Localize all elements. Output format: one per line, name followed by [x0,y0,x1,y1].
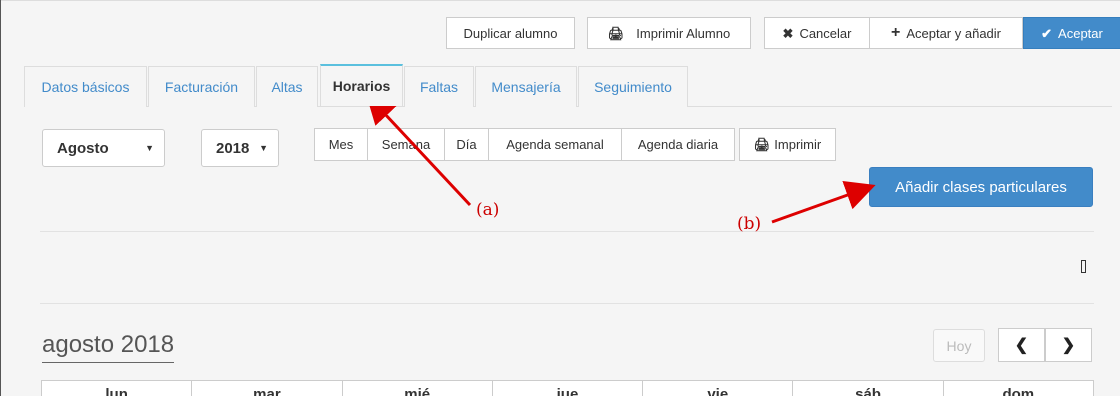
tab-label: Faltas [419,79,459,95]
view-week-label: Semana [381,137,431,152]
year-select[interactable]: 2018 ▼ [201,129,279,167]
arrow-b [771,180,876,224]
print-student-button[interactable]: 🖨 Imprimir Alumno [587,17,751,49]
caret-down-icon: ▼ [145,143,154,153]
view-month-label: Mes [328,137,354,152]
caret-down-icon: ▼ [259,143,268,153]
tab-seguimiento[interactable]: Seguimiento [578,66,688,107]
accept-button[interactable]: ✔ Aceptar [1023,17,1120,49]
tab-label: Facturación [164,79,239,95]
print-student-label: Imprimir Alumno [636,25,731,41]
tab-label: Altas [271,79,303,95]
chevron-right-icon: ❯ [1061,337,1076,354]
tab-label: Mensajería [491,79,561,95]
tab-faltas[interactable]: Faltas [404,66,474,107]
duplicate-student-label: Duplicar alumno [463,25,558,41]
annotation-label-a: (a) [476,200,500,220]
accept-and-add-button[interactable]: + Aceptar y añadir [869,17,1023,49]
weekday-label: sáb [793,381,944,396]
weekday-label: jue [493,381,644,396]
top-border [0,0,1120,1]
left-border [0,0,1,396]
next-month-button[interactable]: ❯ [1045,328,1092,362]
today-label: Hoy [946,337,972,354]
view-weekly-agenda-label: Agenda semanal [506,137,604,152]
month-value: Agosto [57,139,109,157]
tab-datos-basicos[interactable]: Datos básicos [24,66,147,107]
weekday-label: mar [192,381,343,396]
print-calendar-button[interactable]: 🖨 Imprimir [739,128,836,161]
view-week-button[interactable]: Semana [367,128,445,161]
tab-altas[interactable]: Altas [256,66,318,107]
view-day-button[interactable]: Día [444,128,489,161]
view-day-label: Día [456,137,477,152]
plus-icon: + [890,24,901,41]
view-month-button[interactable]: Mes [314,128,368,161]
calendar-weekday-header: lun mar mié jue vie sáb dom [41,380,1094,396]
view-weekly-agenda-button[interactable]: Agenda semanal [488,128,622,161]
view-daily-agenda-button[interactable]: Agenda diaria [621,128,735,161]
annotation-label-b: (b) [737,214,762,234]
add-private-classes-label: Añadir clases particulares [895,178,1067,196]
divider [40,303,1094,304]
weekday-label: vie [643,381,794,396]
print-calendar-label: Imprimir [774,137,822,152]
cancel-button[interactable]: ✖ Cancelar [764,17,870,49]
prev-month-button[interactable]: ❮ [998,328,1045,362]
tab-label: Seguimiento [594,79,672,95]
accept-and-add-label: Aceptar y añadir [906,25,1001,41]
printer-icon: 🖨 [607,25,625,41]
today-button[interactable]: Hoy [933,329,985,362]
chevron-left-icon: ❮ [1014,337,1029,354]
divider [40,231,1094,232]
tab-label: Datos básicos [41,79,130,95]
printer-icon: 🖨 [753,137,771,152]
check-icon: ✔ [1041,25,1053,41]
tab-label: Horarios [332,78,391,94]
view-daily-agenda-label: Agenda diaria [637,137,719,152]
duplicate-student-button[interactable]: Duplicar alumno [446,17,575,49]
missing-glyph-icon [1081,260,1086,273]
add-private-classes-button[interactable]: Añadir clases particulares [869,167,1093,207]
tab-mensajeria[interactable]: Mensajería [475,66,577,107]
tab-horarios[interactable]: Horarios [320,64,403,106]
weekday-label: lun [42,381,193,396]
cancel-label: Cancelar [799,25,852,41]
year-value: 2018 [216,139,250,157]
calendar-title: agosto 2018 [42,330,175,363]
tab-facturacion[interactable]: Facturación [148,66,255,107]
weekday-label: dom [1002,386,1035,396]
weekday-label: mié [343,381,493,396]
month-select[interactable]: Agosto ▼ [42,129,165,167]
accept-label: Aceptar [1058,25,1103,41]
close-icon: ✖ [782,25,794,41]
